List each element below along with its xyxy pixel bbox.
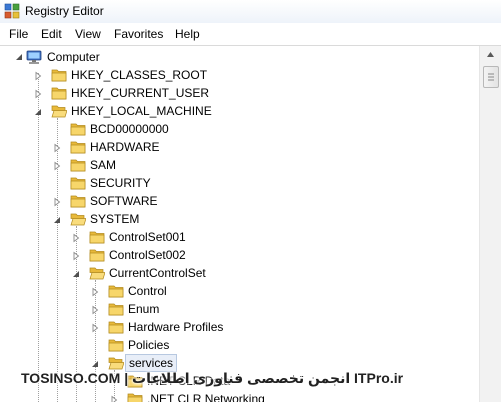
scroll-up-button[interactable] <box>480 46 501 63</box>
open-folder-icon <box>108 355 125 371</box>
open-folder-icon <box>70 211 87 227</box>
tree-node-label[interactable]: HKEY_LOCAL_MACHINE <box>71 104 212 118</box>
watermark-text: TOSINSO.COM | انجمن تخصصی فناوری اطلاعات… <box>21 370 404 386</box>
menu-view[interactable]: View <box>75 27 101 41</box>
collapsed-arrow-icon[interactable] <box>33 88 43 99</box>
tree-node-label[interactable]: SECURITY <box>90 176 151 190</box>
folder-icon <box>70 193 86 209</box>
folder-icon <box>108 337 124 353</box>
collapsed-arrow-icon[interactable] <box>71 232 81 243</box>
open-folder-icon <box>89 265 106 281</box>
computer-icon <box>26 50 42 64</box>
folder-icon <box>127 391 143 402</box>
tree-node-security[interactable]: SECURITY <box>0 174 479 192</box>
collapsed-arrow-icon[interactable] <box>109 394 119 402</box>
title-bar: Registry Editor <box>0 0 501 23</box>
collapsed-arrow-icon[interactable] <box>90 304 100 315</box>
folder-icon <box>89 247 105 263</box>
expanded-arrow-icon[interactable] <box>90 358 100 368</box>
tree-node-hkey-local-machine[interactable]: HKEY_LOCAL_MACHINE <box>0 102 479 120</box>
tree-node-label[interactable]: Control <box>128 284 167 298</box>
folder-icon <box>70 157 86 173</box>
window-title: Registry Editor <box>25 4 104 18</box>
tree-node-hkey-classes-root[interactable]: HKEY_CLASSES_ROOT <box>0 66 479 84</box>
tree-node-hardware-profiles[interactable]: Hardware Profiles <box>0 318 479 336</box>
tree-node-label[interactable]: ControlSet002 <box>109 248 186 262</box>
tree-node-label[interactable]: BCD00000000 <box>90 122 169 136</box>
open-folder-icon <box>51 103 68 119</box>
tree-node-net-clr-networking[interactable]: .NET CLR Networking <box>0 390 479 402</box>
collapsed-arrow-icon[interactable] <box>52 142 62 153</box>
expanded-arrow-icon[interactable] <box>14 52 24 62</box>
collapsed-arrow-icon[interactable] <box>90 322 100 333</box>
tree-node-label[interactable]: HKEY_CLASSES_ROOT <box>71 68 207 82</box>
folder-icon <box>108 283 124 299</box>
tree-node-label[interactable]: HKEY_CURRENT_USER <box>71 86 209 100</box>
registry-tree[interactable]: Computer HKEY_CLASSES_ROOT HKEY_CURRENT_U… <box>0 46 479 402</box>
tree-node-label[interactable]: Policies <box>128 338 169 352</box>
tree-node-system[interactable]: SYSTEM <box>0 210 479 228</box>
folder-icon <box>70 139 86 155</box>
tree-node-hardware[interactable]: HARDWARE <box>0 138 479 156</box>
tree-node-controlset001[interactable]: ControlSet001 <box>0 228 479 246</box>
tree-node-controlset002[interactable]: ControlSet002 <box>0 246 479 264</box>
registry-editor-icon <box>4 3 20 19</box>
tree-node-label[interactable]: SAM <box>90 158 116 172</box>
tree-node-bcd00000000[interactable]: BCD00000000 <box>0 120 479 138</box>
tree-node-sam[interactable]: SAM <box>0 156 479 174</box>
menu-help[interactable]: Help <box>175 27 200 41</box>
chevron-up-icon <box>487 52 494 57</box>
collapsed-arrow-icon[interactable] <box>52 196 62 207</box>
menu-file[interactable]: File <box>9 27 28 41</box>
tree-node-label[interactable]: SOFTWARE <box>90 194 158 208</box>
expanded-arrow-icon[interactable] <box>52 214 62 224</box>
tree-node-hkey-current-user[interactable]: HKEY_CURRENT_USER <box>0 84 479 102</box>
expanded-arrow-icon[interactable] <box>33 106 43 116</box>
tree-node-policies[interactable]: Policies <box>0 336 479 354</box>
menu-edit[interactable]: Edit <box>41 27 62 41</box>
tree-node-label[interactable]: Enum <box>128 302 159 316</box>
folder-icon <box>70 175 86 191</box>
tree-node-label[interactable]: HARDWARE <box>90 140 160 154</box>
collapsed-arrow-icon[interactable] <box>33 70 43 81</box>
menu-favorites[interactable]: Favorites <box>114 27 163 41</box>
vertical-scrollbar[interactable] <box>479 46 501 402</box>
tree-node-label[interactable]: .NET CLR Networking <box>147 392 265 402</box>
folder-icon <box>51 67 67 83</box>
tree-node-control[interactable]: Control <box>0 282 479 300</box>
menu-bar: File Edit View Favorites Help <box>0 23 501 46</box>
tree-node-label[interactable]: ControlSet001 <box>109 230 186 244</box>
tree-node-label[interactable]: SYSTEM <box>90 212 139 226</box>
tree-node-software[interactable]: SOFTWARE <box>0 192 479 210</box>
scroll-thumb[interactable] <box>483 66 499 88</box>
collapsed-arrow-icon[interactable] <box>90 286 100 297</box>
folder-icon <box>51 85 67 101</box>
tree-node-label[interactable]: Hardware Profiles <box>128 320 223 334</box>
tree-node-label[interactable]: Computer <box>47 50 100 64</box>
collapsed-arrow-icon[interactable] <box>52 160 62 171</box>
folder-icon <box>70 121 86 137</box>
grip-icon <box>488 73 494 81</box>
tree-node-label[interactable]: CurrentControlSet <box>109 266 206 280</box>
tree-node-enum[interactable]: Enum <box>0 300 479 318</box>
folder-icon <box>89 229 105 245</box>
tree-node-currentcontrolset[interactable]: CurrentControlSet <box>0 264 479 282</box>
folder-icon <box>108 301 124 317</box>
folder-icon <box>108 319 124 335</box>
expanded-arrow-icon[interactable] <box>71 268 81 278</box>
collapsed-arrow-icon[interactable] <box>71 250 81 261</box>
tree-node-computer[interactable]: Computer <box>0 48 479 66</box>
